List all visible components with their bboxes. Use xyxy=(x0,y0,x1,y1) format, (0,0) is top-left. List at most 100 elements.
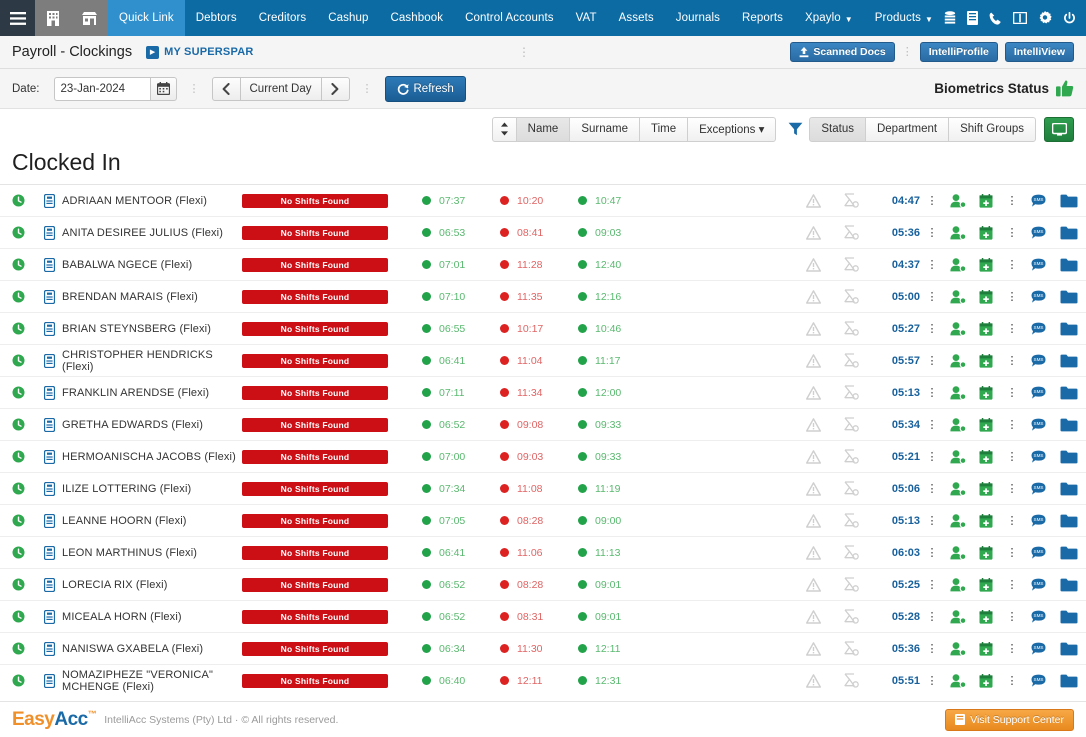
row-overflow-dots-left[interactable]: ⋮ xyxy=(920,473,944,505)
book-icon[interactable] xyxy=(967,11,978,25)
hourglass-icon[interactable] xyxy=(834,537,868,569)
row-clock-status-icon[interactable] xyxy=(0,345,36,377)
row-clock-status-icon[interactable] xyxy=(0,441,36,473)
row-overflow-dots-left[interactable]: ⋮ xyxy=(920,377,944,409)
row-overflow-dots-left[interactable]: ⋮ xyxy=(920,345,944,377)
table-row[interactable]: GRETHA EDWARDS (Flexi) No Shifts Found 06:… xyxy=(0,408,1086,441)
row-clock-status-icon[interactable] xyxy=(0,185,36,217)
previous-day-button[interactable] xyxy=(211,76,241,101)
hourglass-icon[interactable] xyxy=(834,377,868,409)
date-overflow-dots[interactable]: ⋮ xyxy=(189,83,200,94)
table-row[interactable]: NANISWA GXABELA (Flexi) No Shifts Found 06… xyxy=(0,632,1086,665)
row-clock-status-icon[interactable] xyxy=(0,633,36,665)
sort-by-name-button[interactable]: Name xyxy=(515,116,571,142)
visit-support-center-button[interactable]: Visit Support Center xyxy=(945,708,1074,731)
row-clock-status-icon[interactable] xyxy=(0,249,36,281)
row-overflow-dots-right[interactable]: ⋮ xyxy=(1000,601,1024,633)
filter-funnel-icon[interactable] xyxy=(788,122,803,136)
employee-profile-icon[interactable] xyxy=(944,633,972,665)
documents-folder-icon[interactable] xyxy=(1052,281,1086,313)
row-employee-badge-icon[interactable] xyxy=(36,217,62,249)
sort-by-surname-button[interactable]: Surname xyxy=(569,116,640,142)
gear-icon[interactable] xyxy=(1038,11,1052,25)
table-row[interactable]: MICEALA HORN (Flexi) No Shifts Found 06:52… xyxy=(0,600,1086,633)
window-icon[interactable] xyxy=(1013,12,1027,24)
row-overflow-dots-right[interactable]: ⋮ xyxy=(1000,281,1024,313)
employee-profile-icon[interactable] xyxy=(944,441,972,473)
row-employee-badge-icon[interactable] xyxy=(36,633,62,665)
row-overflow-dots-right[interactable]: ⋮ xyxy=(1000,441,1024,473)
documents-folder-icon[interactable] xyxy=(1052,633,1086,665)
warning-icon[interactable] xyxy=(792,537,834,569)
row-overflow-dots-left[interactable]: ⋮ xyxy=(920,537,944,569)
row-overflow-dots-right[interactable]: ⋮ xyxy=(1000,217,1024,249)
filter-status-button[interactable]: Status xyxy=(809,116,866,142)
filter-shift-groups-button[interactable]: Shift Groups xyxy=(948,116,1036,142)
table-row[interactable]: BRENDAN MARAIS (Flexi) No Shifts Found 07:… xyxy=(0,280,1086,313)
building-icon[interactable] xyxy=(35,0,71,36)
documents-folder-icon[interactable] xyxy=(1052,665,1086,697)
row-employee-badge-icon[interactable] xyxy=(36,601,62,633)
hourglass-icon[interactable] xyxy=(834,473,868,505)
add-shift-calendar-icon[interactable] xyxy=(972,473,1000,505)
row-employee-badge-icon[interactable] xyxy=(36,185,62,217)
add-shift-calendar-icon[interactable] xyxy=(972,665,1000,697)
row-overflow-dots-left[interactable]: ⋮ xyxy=(920,665,944,697)
table-row[interactable]: ADRIAAN MENTOOR (Flexi) No Shifts Found 07… xyxy=(0,184,1086,217)
nav-item-vat[interactable]: VAT xyxy=(565,0,608,36)
employee-profile-icon[interactable] xyxy=(944,665,972,697)
filter-department-button[interactable]: Department xyxy=(864,116,950,142)
store-icon[interactable] xyxy=(70,0,109,36)
table-row[interactable]: NOMAZIPHEZE "VERONICA" MCHENGE (Flexi) No… xyxy=(0,664,1086,697)
table-row[interactable]: LORECIA RIX (Flexi) No Shifts Found 06:52 0… xyxy=(0,568,1086,601)
current-day-button[interactable]: Current Day xyxy=(239,76,322,101)
next-day-button[interactable] xyxy=(320,76,350,101)
row-overflow-dots-right[interactable]: ⋮ xyxy=(1000,537,1024,569)
documents-folder-icon[interactable] xyxy=(1052,441,1086,473)
employee-profile-icon[interactable] xyxy=(944,409,972,441)
employee-profile-icon[interactable] xyxy=(944,569,972,601)
row-employee-badge-icon[interactable] xyxy=(36,409,62,441)
sms-chat-icon[interactable]: SMS xyxy=(1024,281,1052,313)
database-icon[interactable] xyxy=(944,11,956,25)
table-row[interactable]: CHRISTOPHER HENDRICKS (Flexi) No Shifts F… xyxy=(0,344,1086,377)
sms-chat-icon[interactable]: SMS xyxy=(1024,249,1052,281)
row-clock-status-icon[interactable] xyxy=(0,281,36,313)
warning-icon[interactable] xyxy=(792,377,834,409)
row-overflow-dots-right[interactable]: ⋮ xyxy=(1000,569,1024,601)
warning-icon[interactable] xyxy=(792,249,834,281)
sms-chat-icon[interactable]: SMS xyxy=(1024,633,1052,665)
nav-item-xpaylo[interactable]: Xpaylo ▼ xyxy=(794,0,864,36)
nav-item-cashup[interactable]: Cashup xyxy=(317,0,379,36)
documents-folder-icon[interactable] xyxy=(1052,601,1086,633)
row-clock-status-icon[interactable] xyxy=(0,537,36,569)
table-row[interactable]: ILIZE LOTTERING (Flexi) No Shifts Found 07… xyxy=(0,472,1086,505)
row-overflow-dots-left[interactable]: ⋮ xyxy=(920,185,944,217)
add-shift-calendar-icon[interactable] xyxy=(972,185,1000,217)
row-overflow-dots-right[interactable]: ⋮ xyxy=(1000,665,1024,697)
row-employee-badge-icon[interactable] xyxy=(36,473,62,505)
company-badge[interactable]: ▶ MY SUPERSPAR xyxy=(146,45,253,59)
sort-updown-icon[interactable] xyxy=(491,116,517,142)
warning-icon[interactable] xyxy=(792,185,834,217)
row-overflow-dots-left[interactable]: ⋮ xyxy=(920,409,944,441)
row-employee-badge-icon[interactable] xyxy=(36,281,62,313)
hamburger-icon[interactable] xyxy=(0,0,36,36)
documents-folder-icon[interactable] xyxy=(1052,377,1086,409)
calendar-icon[interactable] xyxy=(149,76,177,101)
documents-folder-icon[interactable] xyxy=(1052,473,1086,505)
nav-item-quick-link[interactable]: Quick Link xyxy=(108,0,185,36)
warning-icon[interactable] xyxy=(792,601,834,633)
warning-icon[interactable] xyxy=(792,345,834,377)
hourglass-icon[interactable] xyxy=(834,633,868,665)
row-employee-badge-icon[interactable] xyxy=(36,505,62,537)
nav-item-journals[interactable]: Journals xyxy=(665,0,731,36)
row-employee-badge-icon[interactable] xyxy=(36,313,62,345)
scanned-docs-button[interactable]: Scanned Docs xyxy=(790,42,895,62)
hourglass-icon[interactable] xyxy=(834,345,868,377)
employee-profile-icon[interactable] xyxy=(944,281,972,313)
sms-chat-icon[interactable]: SMS xyxy=(1024,377,1052,409)
add-shift-calendar-icon[interactable] xyxy=(972,249,1000,281)
phone-icon[interactable] xyxy=(989,12,1002,25)
employee-profile-icon[interactable] xyxy=(944,377,972,409)
